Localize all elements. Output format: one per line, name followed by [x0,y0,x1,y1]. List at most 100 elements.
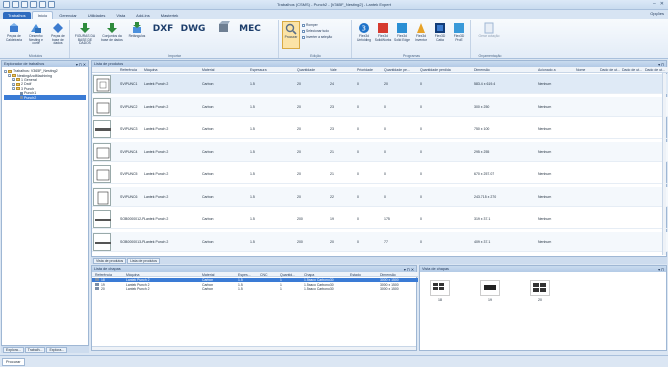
table-row[interactable]: SVIPUNC6 Lantek Punch 2 Carbon 1.5 20 22 0 0 0 24… [92,186,668,207]
flex3d-solidedge-button[interactable]: Flex3d Solid Edge [393,21,411,42]
status-procurar-tab[interactable]: Procurar [2,358,25,366]
mec-button[interactable]: MEC [237,24,263,34]
table-row[interactable]: 18 Lantek Punch 2 Carbon 1.5 1 1.5xaco Carbon… [92,278,418,282]
col-nome[interactable]: Nome [576,68,585,72]
minimize-button[interactable]: – [653,1,656,7]
col-dado-2[interactable]: Dado de ut... [622,68,642,72]
product-scrollbar[interactable] [662,73,666,255]
flex3d-proe-button[interactable]: Flex3D ProE [450,21,468,42]
conjuntos-base-dados-button[interactable]: Conjuntos da base de dados [99,21,125,42]
solidworks-icon [377,21,390,34]
tab-explorer-1[interactable]: Explora... [3,346,24,353]
sheet-thumb-18[interactable] [430,280,450,296]
cell-ref: SOB0000013-P [120,239,145,244]
cell-qtd: 200 [297,217,303,221]
retangulos-button[interactable]: Retângulos [127,21,147,39]
col-dimensao[interactable]: Dimensão [474,68,490,72]
cell-acion: Nenhum [538,172,552,176]
table-row[interactable]: SVIPUNC3 Lantek Punch 2 Carbon 1.5 20 23 0 0 0 75… [92,119,668,139]
flex3d-catia-button[interactable]: Flex3D Catia [431,21,449,42]
close-button[interactable]: ✕ [660,1,664,7]
pecas-caldeiraria-button[interactable]: Peças de Caldeiraria [4,21,24,42]
procurar-button[interactable]: Procurar [282,21,300,49]
cell-qtd: 200 [297,239,303,244]
inverter-selecao-button[interactable]: Inverter a seleção [302,35,332,39]
cell-vale: 21 [330,149,334,154]
col-ch-estado[interactable]: Estado [350,273,361,277]
col-dado-3[interactable]: Dado de ut... [645,68,665,72]
tab-vista[interactable]: Vista [111,12,130,19]
table-row[interactable]: 19 Lantek Punch 2 Carbon 1.5 1 1.5xaco Carbon… [92,282,418,287]
tab-trabalhos[interactable]: Trabalhos [3,12,31,19]
romper-button[interactable]: Romper [302,23,318,27]
pecas-base-dados-button[interactable]: Peças de base de dados [48,21,68,46]
flex3d-unfolding-button[interactable]: 3 Flex3d Unfolding [355,21,373,42]
desenho-nesting-button[interactable]: Desenho Nesting e corte [26,21,46,46]
col-espessura[interactable]: Espessura [250,68,267,72]
col-ch-maquina[interactable]: Máquina [126,273,139,277]
dxf-button[interactable]: DXF [151,24,175,34]
table-row[interactable]: SOB0000012-P Lantek Punch 2 Carbon 1.5 200 19… [92,209,668,229]
tab-vista-produtos[interactable]: Vista de produtos [93,257,127,264]
cell-acion: Nenhum [538,217,552,221]
col-maquina[interactable]: Máquina [144,68,157,72]
table-row[interactable]: SVIPUNC5 Lantek Punch 2 Carbon 1.5 20 21 0 0 0 67… [92,164,668,184]
panel-pin-icon[interactable]: ▾ ⊓ [658,62,664,67]
col-quantidade-pe[interactable]: Quantidade pe... [384,68,410,72]
col-vale[interactable]: Vale [330,68,337,72]
table-row[interactable]: SVIPUNC4 Lantek Punch 2 Carbon 1.5 20 21 0 0 0 29… [92,141,668,162]
col-ch-espessura[interactable]: Espes... [238,273,251,277]
cell-dim: 300 x 250 [474,104,490,109]
col-ch-cnc[interactable]: CNC [260,273,268,277]
col-ch-referencia[interactable]: Referência [95,273,112,277]
cell-qper: 0 [420,239,422,244]
table-row[interactable]: SVIPUNC1 Lantek Punch 2 Carbon 1.5 20 24 0 20 0 5… [92,74,668,94]
gerar-cotacao-button[interactable]: Gerar cotação [476,21,502,39]
catia-icon [434,21,447,34]
tab-inicio[interactable]: Início [31,11,54,19]
job-icon [20,96,23,100]
job-icon [20,91,23,95]
tab-trabalhos-list[interactable]: Trabalh... [24,346,46,353]
col-prioridade[interactable]: Prioridade [357,68,373,72]
col-ch-material[interactable]: Material [202,273,214,277]
tab-explorer-2[interactable]: Explora... [46,346,68,353]
panel-pin-icon[interactable]: ▾ ⊓ ✕ [404,267,414,272]
table-row[interactable]: SOB0000013-P Lantek Punch 2 Carbon 1.5 200 20… [92,231,668,252]
options-link[interactable]: Opções [650,11,664,16]
tab-add-ins[interactable]: Add-ins [131,12,155,19]
col-referencia[interactable]: Referência [120,68,137,72]
explorer-pin-close[interactable]: ▾ ⊓ ✕ [76,62,86,67]
sheet-thumb-20[interactable] [530,280,550,296]
cell-ref: SVIPUNC2 [120,104,138,109]
dwg-button[interactable]: DWG [179,24,207,34]
table-row[interactable]: 20 Lantek Punch 2 Carbon 1.5 1 1.5xaco Carbon… [92,287,418,291]
col-ch-quantidade[interactable]: Quantid... [280,273,295,277]
flex3d-inventor-button[interactable]: Flex3d Inventor [412,21,430,42]
col-material[interactable]: Material [202,68,214,72]
cell-qtd: 1 [280,287,282,292]
cell-qpe: 0 [384,149,386,154]
table-row[interactable]: SVIPUNC2 Lantek Punch 2 Carbon 1.5 20 23 0 0 0 30… [92,96,668,117]
sheet-list-title: Lista de chapas [94,267,121,271]
panel-pin-icon[interactable]: ▾ ⊓ [658,267,664,272]
col-ch-chapa[interactable]: Chapa [304,273,314,277]
flex3d-solidworks-button[interactable]: Flex3d SolidWorks [374,21,392,42]
sheet-hscrollbar[interactable] [92,346,416,350]
col-ch-dimensao[interactable]: Dimensão [380,273,396,277]
col-dado-1[interactable]: Dado de ut... [600,68,620,72]
figuras-base-dados-button[interactable]: FIGURAS DA BASE DE DADOS [73,21,97,46]
cell-prio: 0 [357,194,359,199]
tab-gerenciar[interactable]: Gerenciar [54,12,82,19]
tree-node-punch2[interactable]: Punch2 [4,95,86,100]
col-acionado[interactable]: Acionado a [538,68,556,72]
tab-lista-produtos[interactable]: Lista de produtos [127,257,161,264]
col-quantidade[interactable]: Quantidade [297,68,315,72]
col-quantidade-perdida[interactable]: Quantidade perdida [420,68,451,72]
solid-import-button[interactable] [213,21,233,34]
group-label-orcamentacao: Orçamentação [478,54,502,58]
selecionar-tudo-button[interactable]: Selecionar tudo [302,29,329,33]
tab-mastertek[interactable]: Mastertek [156,12,184,19]
tab-utilidades[interactable]: Utilidades [83,12,111,19]
sheet-thumb-19[interactable] [480,280,500,296]
